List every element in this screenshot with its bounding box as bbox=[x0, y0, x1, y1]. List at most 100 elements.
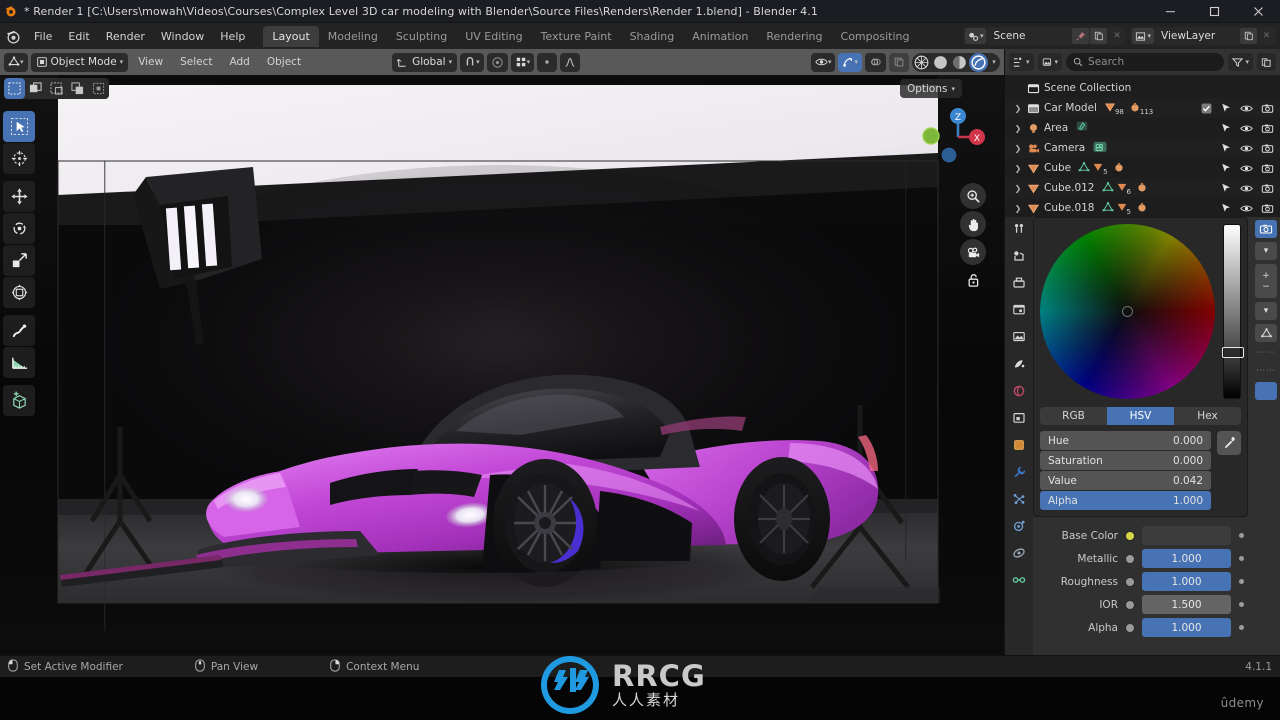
tab-sculpting[interactable]: Sculpting bbox=[387, 26, 456, 47]
material-row-ior[interactable]: IOR 1.500 bbox=[1033, 595, 1248, 614]
world-icon[interactable] bbox=[1007, 355, 1031, 373]
modifier-props-icon[interactable] bbox=[1007, 436, 1031, 454]
scene-icon[interactable]: ▾ bbox=[964, 28, 987, 44]
tweak-select-icon[interactable] bbox=[4, 78, 25, 99]
slot-specials-icon[interactable]: ▾ bbox=[1255, 302, 1277, 320]
selectable-icon[interactable] bbox=[1220, 182, 1232, 194]
render-camera-icon[interactable] bbox=[1261, 123, 1274, 134]
menu-render[interactable]: Render bbox=[98, 27, 153, 46]
tab-animation[interactable]: Animation bbox=[683, 26, 757, 47]
menu-window[interactable]: Window bbox=[153, 27, 212, 46]
mode-selector[interactable]: Object Mode ▾ bbox=[30, 52, 129, 72]
visibility-eye-icon[interactable] bbox=[1240, 183, 1253, 194]
outliner-root-row[interactable]: Scene Collection bbox=[1005, 78, 1280, 98]
object-icon[interactable] bbox=[1007, 409, 1031, 427]
viewport-menu-add[interactable]: Add bbox=[223, 53, 257, 71]
animate-dot-icon[interactable] bbox=[1239, 602, 1244, 607]
add-cube-tool-icon[interactable] bbox=[3, 385, 35, 416]
input-value[interactable]: 1.500 bbox=[1142, 595, 1231, 614]
outliner-display-mode-icon[interactable]: ▾ bbox=[1037, 53, 1063, 71]
input-value[interactable] bbox=[1142, 526, 1231, 545]
channel-hue[interactable]: Hue 0.000 bbox=[1040, 431, 1211, 450]
lasso-select-icon[interactable] bbox=[67, 78, 88, 99]
color-picker-popup[interactable]: RGB HSV Hex Hue 0.000 Saturation 0.000 V… bbox=[1033, 217, 1248, 517]
value-slider-knob[interactable] bbox=[1222, 347, 1244, 358]
outliner-row-area[interactable]: ❯ Area bbox=[1005, 118, 1280, 138]
add-slot-icon[interactable]: + bbox=[1262, 271, 1270, 281]
value-slider[interactable] bbox=[1222, 224, 1244, 399]
scene-name[interactable]: Scene bbox=[986, 30, 1072, 42]
material-row-alpha[interactable]: Alpha 1.000 bbox=[1033, 618, 1248, 637]
render-icon[interactable] bbox=[1007, 247, 1031, 265]
expand-chevron-icon[interactable]: ❯ bbox=[1011, 144, 1025, 153]
material-row-base-color[interactable]: Base Color bbox=[1033, 526, 1248, 545]
constraints-icon[interactable] bbox=[1007, 544, 1031, 562]
animate-dot-icon[interactable] bbox=[1239, 556, 1244, 561]
channel-value-field[interactable]: Value 0.042 bbox=[1040, 471, 1211, 490]
wrench-modifier-icon[interactable] bbox=[1007, 463, 1031, 481]
mesh-data-strip-icon[interactable] bbox=[1255, 324, 1277, 342]
tab-compositing[interactable]: Compositing bbox=[832, 26, 919, 47]
tab-uv-editing[interactable]: UV Editing bbox=[456, 26, 531, 47]
menu-edit[interactable]: Edit bbox=[60, 27, 97, 46]
select-all-icon[interactable] bbox=[88, 78, 109, 99]
animate-dot-icon[interactable] bbox=[1239, 579, 1244, 584]
selectable-icon[interactable] bbox=[1220, 122, 1232, 134]
unlink-scene-icon[interactable]: ✕ bbox=[1108, 28, 1125, 44]
gizmo-toggle-icon[interactable]: ▾ bbox=[838, 52, 862, 72]
selectable-icon[interactable] bbox=[1220, 142, 1232, 154]
checkbox-icon[interactable] bbox=[1201, 103, 1212, 114]
input-value[interactable]: 1.000 bbox=[1142, 572, 1231, 591]
expand-chevron-icon[interactable]: ❯ bbox=[1011, 184, 1025, 193]
viewport-menu-view[interactable]: View bbox=[131, 53, 170, 71]
output-icon[interactable] bbox=[1007, 274, 1031, 292]
viewport-options-button[interactable]: Options ▾ bbox=[899, 79, 962, 98]
shading-material-icon[interactable] bbox=[950, 53, 969, 72]
animate-dot-icon[interactable] bbox=[1239, 533, 1244, 538]
color-wheel-cursor[interactable] bbox=[1122, 306, 1133, 317]
menu-help[interactable]: Help bbox=[212, 27, 253, 46]
material-preview-icon[interactable] bbox=[1255, 220, 1277, 238]
render-camera-icon[interactable] bbox=[1261, 163, 1274, 174]
xray-toggle-icon[interactable] bbox=[889, 52, 909, 72]
blender-menu-icon[interactable] bbox=[0, 23, 26, 49]
expand-chevron-icon[interactable]: ❯ bbox=[1011, 164, 1025, 173]
scene-selector[interactable]: ▾ Scene ✕ bbox=[962, 27, 1127, 45]
slot-dropdown-icon[interactable]: ▾ bbox=[1255, 242, 1277, 260]
measure-tool-icon[interactable] bbox=[3, 347, 35, 378]
selectable-icon[interactable] bbox=[1220, 162, 1232, 174]
expand-chevron-icon[interactable]: ❯ bbox=[1011, 124, 1025, 133]
pin-icon[interactable] bbox=[1072, 28, 1090, 44]
navigation-gizmo[interactable]: Z X bbox=[922, 103, 986, 167]
particles-icon[interactable] bbox=[1007, 490, 1031, 508]
snap-icon[interactable]: ▾ bbox=[460, 52, 484, 72]
outliner-row-cube-018[interactable]: ❯ Cube.018 5 bbox=[1005, 198, 1280, 218]
viewport-menu-select[interactable]: Select bbox=[173, 53, 219, 71]
viewlayer-name[interactable]: ViewLayer bbox=[1154, 30, 1240, 42]
visibility-icon[interactable]: ▾ bbox=[810, 52, 836, 72]
cursor-tool-icon[interactable] bbox=[3, 143, 35, 174]
outliner-row-camera[interactable]: ❯ Camera bbox=[1005, 138, 1280, 158]
tool-icon[interactable] bbox=[1007, 220, 1031, 238]
expand-chevron-icon[interactable]: ❯ bbox=[1011, 204, 1025, 213]
falloff-curve-icon[interactable] bbox=[560, 52, 581, 72]
render-camera-icon[interactable] bbox=[1261, 143, 1274, 154]
tab-rendering[interactable]: Rendering bbox=[757, 26, 831, 47]
zoom-icon[interactable] bbox=[960, 183, 986, 209]
minimize-button[interactable] bbox=[1148, 0, 1192, 23]
maximize-button[interactable] bbox=[1192, 0, 1236, 23]
scale-tool-icon[interactable] bbox=[3, 245, 35, 276]
outliner-row-car-model[interactable]: ❯ Car Model 98 113 bbox=[1005, 98, 1280, 118]
menu-file[interactable]: File bbox=[26, 27, 60, 46]
editor-type-icon[interactable]: ▾ bbox=[4, 52, 28, 72]
tab-shading[interactable]: Shading bbox=[621, 26, 684, 47]
outliner-editor-type-icon[interactable]: ▾ bbox=[1009, 53, 1034, 71]
lock-icon[interactable] bbox=[960, 267, 986, 293]
3d-viewport[interactable]: Options ▾ Z X bbox=[0, 75, 1004, 655]
socket-icon[interactable] bbox=[1125, 576, 1135, 587]
outliner-row-cube[interactable]: ❯ Cube 5 bbox=[1005, 158, 1280, 178]
viewlayer-icon[interactable]: ▾ bbox=[1132, 28, 1154, 44]
socket-icon[interactable] bbox=[1125, 553, 1135, 564]
shading-rendered-icon[interactable] bbox=[969, 52, 988, 72]
viewlayer-props-icon[interactable] bbox=[1007, 301, 1031, 319]
